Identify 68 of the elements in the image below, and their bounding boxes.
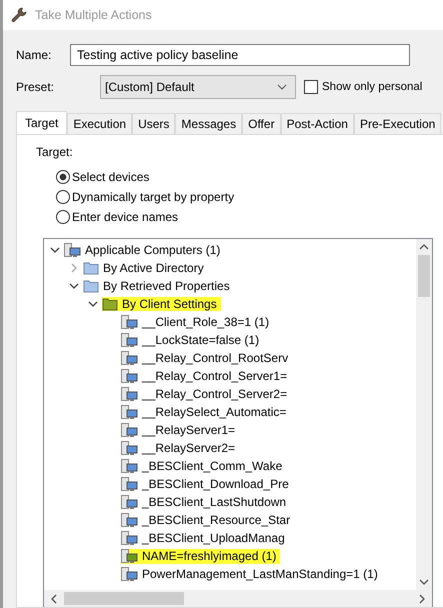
wrench-icon bbox=[11, 7, 27, 23]
computer-icon bbox=[121, 386, 138, 402]
horizontal-scrollbar[interactable] bbox=[44, 590, 432, 607]
tree-item[interactable]: _BESClient_UploadManag bbox=[121, 530, 289, 546]
computer-icon bbox=[121, 404, 138, 420]
tree-item[interactable]: __LockState=false (1) bbox=[121, 332, 264, 348]
chevron-down-icon[interactable] bbox=[69, 281, 79, 291]
computer-icon bbox=[121, 314, 138, 330]
preset-dropdown[interactable]: [Custom] Default bbox=[100, 75, 296, 99]
target-label: Target: bbox=[36, 145, 74, 159]
name-field[interactable]: Testing active policy baseline bbox=[70, 44, 410, 66]
tree-item[interactable]: Applicable Computers (1) bbox=[64, 242, 224, 258]
tree-item[interactable]: _BESClient_Comm_Wake bbox=[121, 458, 286, 474]
chevron-down-icon bbox=[277, 84, 287, 90]
name-label: Name: bbox=[16, 48, 52, 62]
tree-item[interactable]: __RelayServer1= bbox=[121, 422, 240, 438]
computer-icon bbox=[121, 458, 138, 474]
computer-icon bbox=[121, 530, 138, 546]
tree-item[interactable]: By Retrieved Properties bbox=[83, 279, 234, 293]
chevron-down-icon[interactable] bbox=[88, 299, 98, 309]
folder-icon bbox=[102, 297, 118, 311]
tree-item[interactable]: __Relay_Control_RootServ bbox=[121, 350, 292, 366]
scroll-left-icon[interactable] bbox=[50, 594, 58, 604]
folder-icon bbox=[83, 261, 99, 275]
tab[interactable]: Messages bbox=[175, 113, 242, 134]
scrollbar-thumb[interactable] bbox=[64, 592, 184, 605]
tab[interactable]: Post-Action bbox=[280, 113, 354, 134]
tree-item[interactable]: NAME=freshlyimaged (1) bbox=[121, 548, 280, 564]
tab[interactable]: Pre-Execution bbox=[354, 113, 442, 134]
show-only-personal-checkbox[interactable]: Show only personal bbox=[304, 80, 422, 94]
folder-icon bbox=[83, 279, 99, 293]
computer-icon bbox=[121, 440, 138, 456]
tree-item[interactable]: __Relay_Control_Server1= bbox=[121, 368, 292, 384]
tree-item[interactable]: __RelaySelect_Automatic= bbox=[121, 404, 290, 420]
radio-option[interactable]: Dynamically target by property bbox=[56, 189, 443, 204]
radio-option[interactable]: Enter device names bbox=[56, 209, 443, 224]
tab[interactable]: Users bbox=[132, 113, 176, 134]
tree-item[interactable]: PowerManagement_LastManStanding=1 (1) bbox=[121, 566, 382, 582]
tab[interactable]: Offer bbox=[242, 113, 281, 134]
scroll-up-icon[interactable] bbox=[419, 243, 429, 251]
computer-icon bbox=[121, 566, 138, 582]
scroll-down-icon[interactable] bbox=[419, 578, 429, 586]
tab[interactable]: Execution bbox=[67, 113, 132, 134]
tree-item[interactable]: __Client_Role_38=1 (1) bbox=[121, 314, 274, 330]
scrollbar-thumb[interactable] bbox=[418, 255, 430, 297]
computer-icon bbox=[121, 494, 138, 510]
window-title: Take Multiple Actions bbox=[35, 8, 152, 22]
chevron-down-icon[interactable] bbox=[50, 245, 60, 255]
tree-item[interactable]: _BESClient_Download_Pre bbox=[121, 476, 293, 492]
computer-icon bbox=[121, 476, 138, 492]
scroll-right-icon[interactable] bbox=[418, 594, 426, 604]
computer-icon bbox=[121, 422, 138, 438]
computer-icon bbox=[121, 350, 138, 366]
computer-icon bbox=[64, 242, 81, 258]
computer-icon bbox=[121, 368, 138, 384]
computer-icon bbox=[121, 548, 138, 564]
tree-item[interactable]: _BESClient_LastShutdown bbox=[121, 494, 290, 510]
tree-item[interactable]: __RelayServer2= bbox=[121, 440, 240, 456]
vertical-scrollbar[interactable] bbox=[416, 239, 432, 590]
computer-icon bbox=[121, 512, 138, 528]
tree-item[interactable]: _BESClient_Resource_Star bbox=[121, 512, 294, 528]
tree-item[interactable]: __Relay_Control_Server2= bbox=[121, 386, 292, 402]
tree-item[interactable]: By Active Directory bbox=[83, 261, 208, 275]
computer-icon bbox=[121, 332, 138, 348]
tree-item[interactable]: By Client Settings bbox=[102, 297, 221, 311]
tab[interactable]: Target bbox=[16, 111, 68, 134]
preset-label: Preset: bbox=[16, 80, 56, 94]
radio-option[interactable]: Select devices bbox=[56, 169, 443, 184]
